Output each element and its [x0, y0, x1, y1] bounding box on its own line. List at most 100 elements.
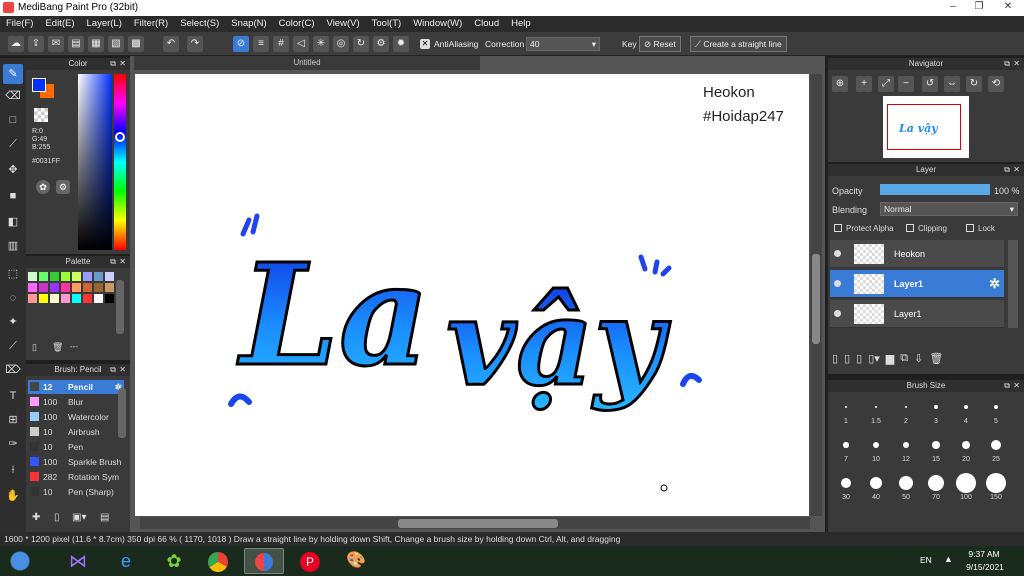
select-pen-icon[interactable]: ⟋ — [3, 336, 23, 356]
close-button[interactable]: ✕ — [994, 0, 1022, 14]
rect-tool-icon[interactable]: □ — [3, 110, 23, 130]
brush-size-option[interactable]: 20 — [952, 434, 980, 463]
hand-tool-icon[interactable]: ✋ — [3, 486, 23, 506]
menu-tool[interactable]: Tool(T) — [366, 16, 408, 32]
visibility-eye-icon[interactable] — [834, 310, 841, 317]
menu-file[interactable]: File(F) — [0, 16, 39, 32]
drawing-canvas[interactable]: Heokon #Hoidap247 La vậy — [135, 74, 809, 516]
close-icon[interactable]: ✕ — [119, 364, 126, 376]
brush-item[interactable]: 10 Pen — [28, 440, 124, 454]
brush-size-option[interactable]: 50 — [892, 472, 920, 501]
brush-size-option[interactable]: 4 — [952, 396, 980, 425]
paint-icon[interactable]: 🎨 — [336, 548, 376, 574]
new-halftone-layer-icon[interactable]: ▯ — [844, 352, 850, 370]
primary-color-swatch[interactable] — [32, 78, 46, 92]
curve-snap-icon[interactable]: ↻ — [353, 36, 369, 52]
layout-icon[interactable]: ▧ — [108, 36, 124, 52]
palette-scrollbar[interactable] — [116, 280, 124, 334]
brush-size-option[interactable]: 1.5 — [862, 396, 890, 425]
brush-size-option[interactable]: 25 — [982, 434, 1010, 463]
navigator-preview[interactable]: La vậy — [883, 96, 969, 158]
close-icon[interactable]: ✕ — [1013, 164, 1020, 176]
palette-swatch[interactable] — [39, 272, 48, 281]
palette-swatch[interactable] — [39, 283, 48, 292]
palette-swatch[interactable] — [105, 294, 114, 303]
menu-layer[interactable]: Layer(L) — [81, 16, 128, 32]
brush-item[interactable]: 100 Watercolor — [28, 410, 124, 424]
brush-size-option[interactable]: 15 — [922, 434, 950, 463]
brush-item[interactable]: 12 Pencil ✲ — [28, 380, 124, 394]
transparent-swatch[interactable] — [34, 108, 48, 122]
canvas-vertical-scroll-thumb[interactable] — [812, 254, 820, 344]
flip-icon[interactable]: ⇔ — [944, 76, 960, 92]
rotate-right-icon[interactable]: ↻ — [966, 76, 982, 92]
add-brush-icon[interactable]: ✚ — [32, 512, 40, 523]
clock-date[interactable]: 9/15/2021 — [960, 562, 1010, 572]
brush-size-option[interactable]: 12 — [892, 434, 920, 463]
add-layer-menu-icon[interactable]: ▯▾ — [868, 352, 880, 370]
palette-swatch[interactable] — [83, 294, 92, 303]
visual-studio-icon[interactable]: ⋈ — [58, 548, 98, 574]
palette-swatch[interactable] — [28, 294, 37, 303]
grid-snap-icon[interactable]: # — [273, 36, 289, 52]
move-tool-icon[interactable]: ✥ — [3, 160, 23, 180]
parallel-snap-icon[interactable]: ≡ — [253, 36, 269, 52]
note-icon[interactable]: ▤ — [68, 36, 84, 52]
brush-item[interactable]: 282 Rotation Sym — [28, 470, 124, 484]
divide-tool-icon[interactable]: ⊞ — [3, 410, 23, 430]
brush-size-option[interactable]: 1 — [832, 396, 860, 425]
palette-swatch[interactable] — [28, 283, 37, 292]
visibility-eye-icon[interactable] — [834, 250, 841, 257]
delete-palette-icon[interactable]: 🗑 — [52, 342, 64, 354]
medibang-taskbar-icon[interactable] — [244, 548, 284, 574]
palette-swatch[interactable] — [72, 272, 81, 281]
palette-swatch[interactable] — [94, 283, 103, 292]
pinterest-icon[interactable]: P — [290, 548, 330, 574]
menu-cloud[interactable]: Cloud — [468, 16, 505, 32]
canvas-horizontal-scrollbar[interactable] — [140, 517, 810, 529]
zoom-fit-icon[interactable]: ⊕ — [832, 76, 848, 92]
concentric-snap-icon[interactable]: ◎ — [333, 36, 349, 52]
vanishing-snap-icon[interactable]: ◁ — [293, 36, 309, 52]
document-icon[interactable]: ▦ — [88, 36, 104, 52]
layer-row[interactable]: Layer1 ✲ — [830, 270, 1004, 298]
select-eraser-icon[interactable]: ⌦ — [3, 360, 23, 380]
palette-swatch[interactable] — [50, 272, 59, 281]
fit-window-icon[interactable]: ⤢ — [878, 76, 894, 92]
magic-wand-icon[interactable]: ✦ — [3, 312, 23, 332]
opacity-slider[interactable] — [880, 184, 990, 195]
clipping-checkbox[interactable] — [906, 224, 914, 232]
hue-slider-handle[interactable] — [115, 132, 125, 142]
brush-size-option[interactable]: 100 — [952, 472, 980, 501]
palette-swatch[interactable] — [28, 272, 37, 281]
eraser-tool-icon[interactable]: ⌫ — [3, 86, 23, 106]
brush-size-option[interactable]: 30 — [832, 472, 860, 501]
gradient-tool-icon[interactable]: ▥ — [3, 236, 23, 256]
eyedropper-icon[interactable]: ✑ — [3, 434, 23, 454]
comment-icon[interactable]: ✉ — [48, 36, 64, 52]
palette-swatch[interactable] — [50, 294, 59, 303]
palette-swatch[interactable] — [39, 294, 48, 303]
menu-edit[interactable]: Edit(E) — [39, 16, 80, 32]
blending-select[interactable]: Normal ▾ — [880, 202, 1018, 216]
merge-layer-icon[interactable]: ⇩ — [914, 352, 923, 370]
close-icon[interactable]: ✕ — [1013, 58, 1020, 70]
brush-size-option[interactable]: 2 — [892, 396, 920, 425]
brush-item[interactable]: 10 Pen (Sharp) — [28, 485, 124, 499]
brush-size-option[interactable]: 150 — [982, 472, 1010, 501]
brush-size-option[interactable]: 3 — [922, 396, 950, 425]
gear-icon[interactable]: ✹ — [393, 36, 409, 52]
maximize-button[interactable]: ❐ — [968, 0, 990, 14]
dot-tool-icon[interactable]: ⟋ — [3, 134, 23, 154]
lock-checkbox[interactable] — [966, 224, 974, 232]
brush-size-option[interactable]: 5 — [982, 396, 1010, 425]
minimize-button[interactable]: – — [942, 0, 964, 14]
zoom-out-icon[interactable]: − — [898, 76, 914, 92]
reset-view-icon[interactable]: ⟲ — [988, 76, 1004, 92]
tray-expand-icon[interactable]: ▲ — [944, 554, 953, 564]
new-8bit-layer-icon[interactable]: ▯ — [856, 352, 862, 370]
palette-swatch[interactable] — [94, 272, 103, 281]
new-palette-icon[interactable]: ▯ — [32, 342, 44, 354]
new-brush-icon[interactable]: ▯ — [54, 512, 60, 523]
duplicate-layer-icon[interactable]: ⧉ — [900, 352, 908, 370]
